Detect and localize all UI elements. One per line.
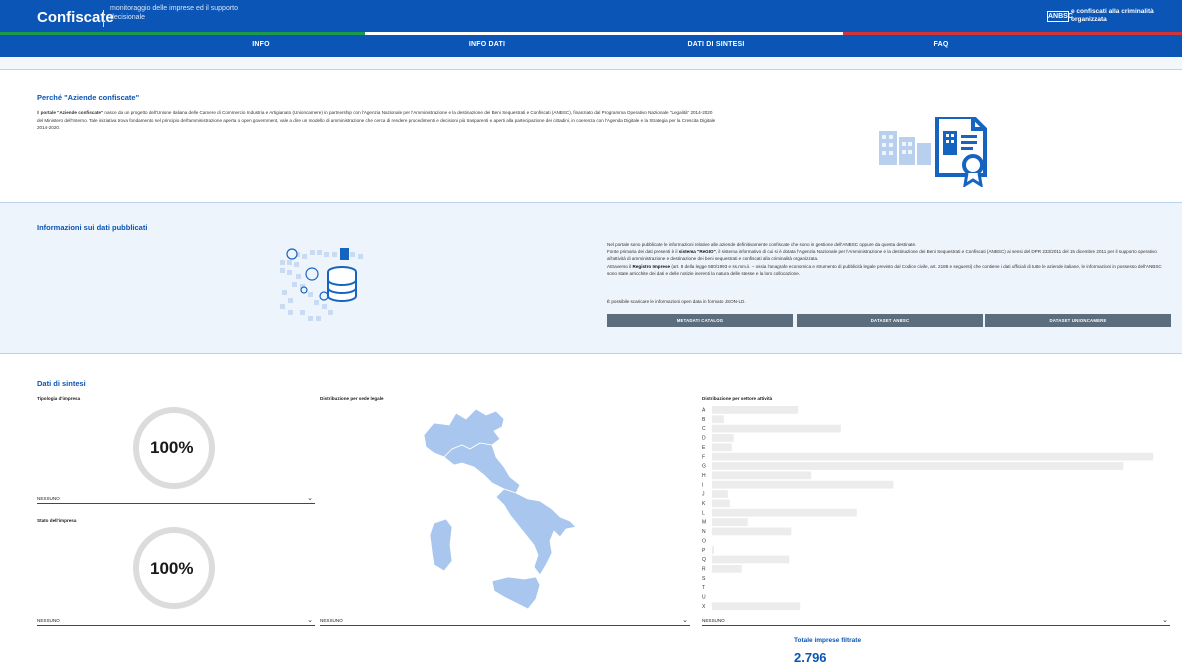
info-p2a: Fonte primaria dei dati presenti è il [607,249,679,255]
bar-K[interactable] [712,499,730,508]
sintesi-title: Dati di sintesi [37,379,86,388]
settore-label: Distribuzione per settore attività [702,396,773,401]
top-header: Confiscate monitoraggio delle imprese ed… [0,0,1182,32]
anbsc-text: e confiscati alla criminalità organizzat… [1071,8,1154,23]
bar-label-Q: Q [702,557,706,563]
bar-A[interactable] [712,406,799,414]
why-paragraph: Il portale "Aziende confiscate" nasce da… [37,109,717,132]
bar-label-M: M [702,520,706,526]
tipologia-select-value: NESSUNO [37,496,60,501]
bar-label-D: D [702,436,706,442]
bar-label-J: J [702,492,705,498]
stato-percent: 100% [150,559,194,578]
chevron-down-icon: ⌄ [307,495,313,502]
bar-I[interactable] [712,480,894,489]
chevron-down-icon: ⌄ [307,617,313,624]
why-text: nasce da un progetto dell'Unione italian… [37,110,716,130]
bar-D[interactable] [712,434,734,442]
info-p3a: Attraverso il [607,263,633,269]
nav-faq[interactable]: FAQ [934,41,949,48]
bar-label-U: U [702,595,706,601]
map-region-centre [443,442,521,494]
nav-dati-sintesi[interactable]: DATI DI SINTESI [688,41,745,48]
bar-E[interactable] [712,443,732,452]
tipologia-label: Tipologia d'impresa [37,396,81,401]
bar-label-F: F [702,454,705,460]
bar-label-E: E [702,445,706,451]
brand-divider [103,10,104,27]
bar-X[interactable] [712,602,801,611]
map-region-sardinia [429,518,453,572]
info-p3c: (art. 8 della legge 580/1993 e ss.mm.ii.… [607,263,1162,276]
settore-select-value: NESSUNO [702,618,725,623]
bar-R[interactable] [712,564,742,573]
bar-H[interactable] [712,471,812,480]
bar-G[interactable] [712,462,1124,470]
italy-map[interactable] [404,405,604,615]
bar-Q[interactable] [712,555,790,564]
info-title: Informazioni sui dati pubblicati [37,223,148,232]
bar-label-L: L [702,510,705,516]
bar-label-S: S [702,576,706,582]
bar-label-X: X [702,604,706,610]
dataset-unioncamere-button[interactable]: DATASET UNIONCAMERE [985,314,1171,327]
info-section [0,202,1182,354]
bar-N[interactable] [712,527,792,536]
bar-label-A: A [702,408,706,414]
bar-label-O: O [702,538,706,544]
bar-label-N: N [702,529,706,535]
bar-M[interactable] [712,518,748,526]
stato-select[interactable]: NESSUNO ⌄ [37,616,315,626]
main-nav: INFO INFO DATI DATI DI SINTESI FAQ [0,35,1182,57]
info-p3b: Registro Imprese [632,263,671,269]
info-p3: Attraverso il Registro Imprese (art. 8 d… [607,263,1172,277]
settore-bar-chart: ABCDEFGHIJKLMNOPQRSTUX [702,406,1154,611]
bar-label-P: P [702,548,706,554]
settore-select[interactable]: NESSUNO ⌄ [702,616,1170,626]
bar-B[interactable] [712,415,724,424]
metadati-catalog-button[interactable]: METADATI CATALOG [607,314,793,327]
nav-info[interactable]: INFO [252,41,270,48]
nav-spacer [0,57,1182,70]
dataset-anbsc-button[interactable]: DATASET ANBSC [797,314,983,327]
map-region-sicily [491,576,541,610]
bar-F[interactable] [712,452,1154,461]
sede-select-value: NESSUNO [320,618,343,623]
stato-label: Stato dell'impresa [37,518,77,523]
total-label: Totale imprese filtrate [794,637,862,644]
info-paragraph: Nel portale sono pubblicate le informazi… [607,241,1172,277]
sede-label: Distribuzione per sede legale [320,396,384,401]
nav-info-dati[interactable]: INFO DATI [469,41,505,48]
map-region-south [495,488,577,576]
bar-L[interactable] [712,508,857,517]
bar-label-B: B [702,417,706,423]
chevron-down-icon: ⌄ [1162,617,1168,624]
buildings-document-icon [879,117,987,187]
info-p1: Nel portale sono pubblicate le informazi… [607,242,917,247]
brand-subtitle: monitoraggio delle imprese ed il support… [110,5,239,21]
json-note: È possibile scaricare le informazioni op… [607,299,746,304]
sede-select[interactable]: NESSUNO ⌄ [320,616,690,626]
tipologia-percent: 100% [150,438,194,457]
bar-label-K: K [702,501,706,507]
chevron-down-icon: ⌄ [682,617,688,624]
bar-label-G: G [702,464,706,470]
bar-label-C: C [702,426,706,432]
bar-label-R: R [702,566,706,572]
total-value: 2.796 [794,650,827,665]
why-bold: portale "Aziende confiscate" [40,110,104,115]
bar-label-H: H [702,473,706,479]
bar-C[interactable] [712,424,841,433]
stato-select-value: NESSUNO [37,618,60,623]
info-p2: Fonte primaria dei dati presenti è il si… [607,248,1172,262]
bar-label-T: T [702,585,705,591]
data-italy-icon [280,248,363,321]
bar-J[interactable] [712,490,728,498]
tipologia-select[interactable]: NESSUNO ⌄ [37,494,315,504]
why-title: Perché "Aziende confiscate" [37,93,140,102]
bar-P[interactable] [712,546,714,554]
info-p2b: sistema "ReGIO" [678,249,716,255]
bar-label-I: I [702,482,703,488]
anbsc-logo[interactable]: ANBSC [1047,11,1073,22]
